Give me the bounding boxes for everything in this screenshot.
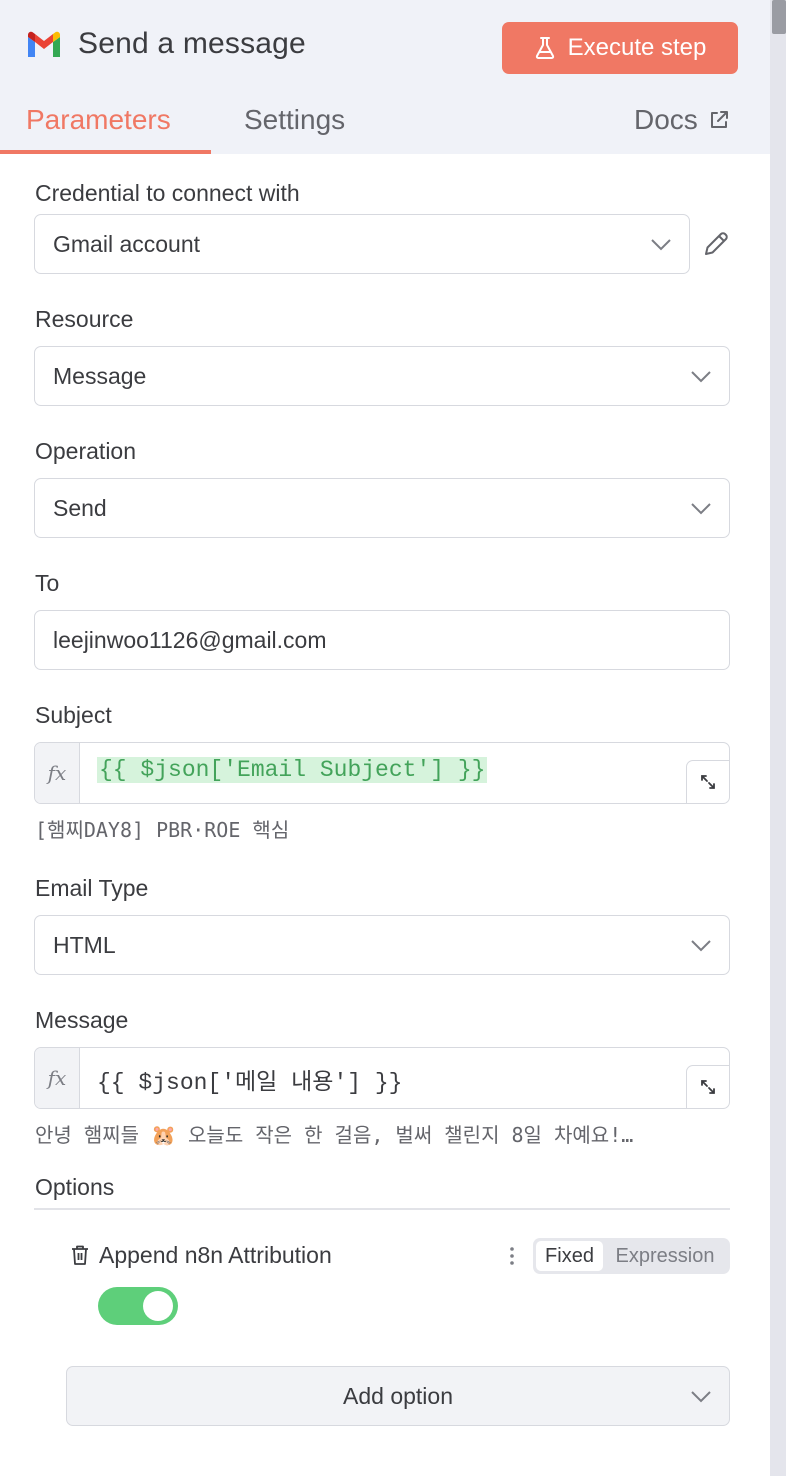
- trash-icon[interactable]: [70, 1244, 90, 1266]
- operation-label: Operation: [35, 438, 137, 464]
- more-options-icon[interactable]: [508, 1246, 516, 1266]
- operation-select[interactable]: Send: [34, 478, 730, 538]
- expand-icon: [701, 775, 715, 789]
- execute-step-button[interactable]: Execute step: [502, 22, 738, 74]
- operation-value: Send: [53, 494, 107, 521]
- tab-settings[interactable]: Settings: [244, 104, 345, 136]
- to-input[interactable]: leejinwoo1126@gmail.com: [34, 610, 730, 670]
- resource-label: Resource: [35, 306, 134, 332]
- email-type-select[interactable]: HTML: [34, 915, 730, 975]
- flask-icon: [535, 37, 554, 59]
- email-type-value: HTML: [53, 931, 116, 958]
- mode-expression-button[interactable]: Expression: [603, 1241, 727, 1271]
- message-preview: 안녕 햄찌들 🐹 오늘도 작은 한 걸음, 벌써 챌린지 8일 차예요!…: [35, 1123, 634, 1147]
- subject-expression-input[interactable]: fx {{ $json['Email Subject'] }}: [34, 742, 730, 804]
- scrollbar-track[interactable]: [770, 0, 786, 1476]
- message-label: Message: [35, 1007, 129, 1033]
- panel-header: Send a message Execute step Parameters S…: [0, 0, 770, 154]
- credential-label: Credential to connect with: [35, 180, 300, 206]
- fx-icon: fx: [35, 1048, 80, 1108]
- options-label: Options: [35, 1174, 115, 1200]
- attribution-label: Append n8n Attribution: [99, 1242, 332, 1268]
- chevron-down-icon: [691, 503, 711, 515]
- chevron-down-icon: [651, 239, 671, 251]
- resource-select[interactable]: Message: [34, 346, 730, 406]
- edit-credential-icon[interactable]: [700, 228, 732, 260]
- execute-step-label: Execute step: [567, 34, 707, 61]
- to-label: To: [35, 570, 60, 596]
- page-title: Send a message: [78, 27, 306, 60]
- add-option-button[interactable]: Add option: [66, 1366, 730, 1426]
- subject-label: Subject: [35, 702, 112, 728]
- node-panel: Send a message Execute step Parameters S…: [0, 0, 770, 1476]
- fx-icon: fx: [35, 743, 80, 803]
- tab-docs-label: Docs: [634, 104, 698, 135]
- attribution-switch[interactable]: [98, 1287, 178, 1325]
- chevron-down-icon: [691, 1391, 711, 1403]
- credential-select[interactable]: Gmail account: [34, 214, 690, 274]
- expand-editor-button[interactable]: [686, 1065, 729, 1108]
- add-option-label: Add option: [343, 1382, 453, 1409]
- to-value: leejinwoo1126@gmail.com: [53, 626, 327, 653]
- message-expression: {{ $json['메일 내용'] }}: [97, 1070, 403, 1096]
- email-type-label: Email Type: [35, 875, 149, 901]
- expand-icon: [701, 1080, 715, 1094]
- expand-editor-button[interactable]: [686, 760, 729, 803]
- switch-knob: [143, 1291, 173, 1321]
- chevron-down-icon: [691, 371, 711, 383]
- gmail-icon: [28, 31, 60, 57]
- options-divider: [34, 1208, 730, 1210]
- subject-expression: {{ $json['Email Subject'] }}: [97, 757, 488, 783]
- subject-preview: [햄찌DAY8] PBR·ROE 핵심: [35, 818, 290, 842]
- tab-docs[interactable]: Docs: [634, 104, 730, 136]
- message-expression-input[interactable]: fx {{ $json['메일 내용'] }}: [34, 1047, 730, 1109]
- chevron-down-icon: [691, 940, 711, 952]
- active-tab-indicator: [0, 150, 211, 154]
- resource-value: Message: [53, 362, 147, 389]
- tab-parameters[interactable]: Parameters: [26, 104, 171, 136]
- fixed-expression-toggle: Fixed Expression: [533, 1238, 730, 1274]
- mode-fixed-button[interactable]: Fixed: [536, 1241, 603, 1271]
- external-link-icon: [710, 111, 728, 128]
- scrollbar-thumb[interactable]: [772, 0, 786, 34]
- credential-value: Gmail account: [53, 230, 201, 257]
